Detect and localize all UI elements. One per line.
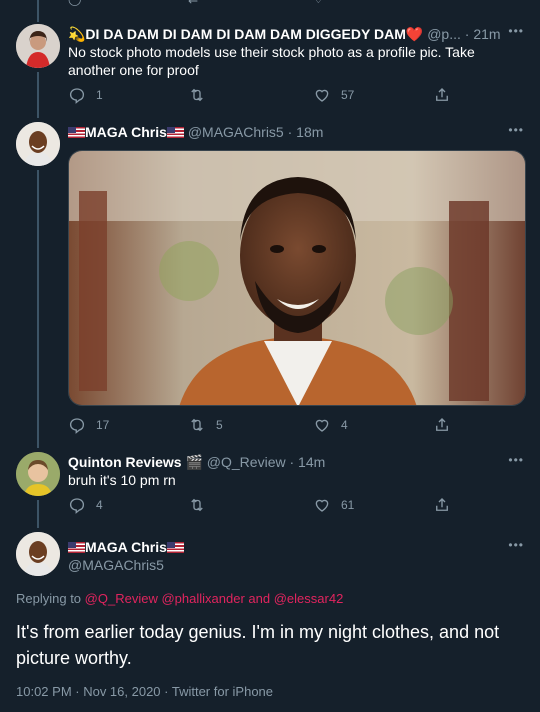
us-flag-icon — [166, 542, 184, 553]
tweet-time[interactable]: · 21m — [465, 26, 501, 42]
avatar[interactable] — [16, 532, 60, 576]
reply-button[interactable]: 4 — [68, 496, 103, 514]
heart-icon — [315, 419, 329, 432]
share-button[interactable] — [433, 86, 451, 104]
tweet-actions: 17 5 4 — [68, 416, 468, 436]
focused-tweet: MAGA Chris @MAGAChris5 ••• Replying to @… — [0, 528, 540, 712]
tweet-time[interactable]: · 14m — [289, 454, 325, 470]
reply-icon — [69, 88, 85, 104]
like-count: 4 — [341, 418, 348, 432]
share-button[interactable] — [433, 496, 451, 514]
share-icon — [436, 88, 448, 101]
tweet-time[interactable]: · 18m — [288, 124, 324, 140]
avatar[interactable] — [16, 24, 60, 68]
like-button[interactable]: 61 — [313, 496, 354, 514]
reply-button[interactable]: 1 — [68, 86, 103, 104]
retweet-button[interactable]: 5 — [188, 416, 223, 434]
tweet-2[interactable]: MAGA Chris @MAGAChris5 · 18m ••• 17 5 4 — [0, 118, 540, 448]
reply-count: 4 — [96, 498, 103, 512]
tweet-header: MAGA Chris — [68, 538, 184, 556]
user-handle[interactable]: @MAGAChris5 — [188, 124, 284, 140]
avatar[interactable] — [16, 122, 60, 166]
tweet-header: Quinton Reviews 🎬 @Q_Review · 14m — [68, 453, 325, 471]
heart-icon — [315, 89, 329, 102]
reply-count: 1 — [96, 88, 103, 102]
retweet-icon — [191, 498, 203, 512]
tweet-photo[interactable] — [68, 150, 526, 406]
tweet-actions: 4 61 — [68, 496, 468, 516]
us-flag-icon — [68, 542, 85, 553]
tweet-text: bruh it's 10 pm rn — [68, 472, 176, 488]
reply-icon — [69, 498, 85, 514]
more-options-icon[interactable]: ••• — [508, 123, 524, 137]
tweet-timestamp[interactable]: 10:02 PM · Nov 16, 2020 · Twitter for iP… — [16, 684, 273, 699]
like-count: 61 — [341, 498, 355, 512]
tweet-3[interactable]: Quinton Reviews 🎬 @Q_Review · 14m ••• br… — [0, 448, 540, 528]
mention-link[interactable]: @elessar42 — [274, 591, 344, 606]
retweet-count: 5 — [216, 418, 223, 432]
display-name[interactable]: MAGA Chris — [85, 124, 167, 140]
tweet-1[interactable]: 💫DI DA DAM DI DAM DI DAM DAM DIGGEDY DAM… — [0, 0, 540, 118]
and-text: and — [248, 591, 271, 606]
share-button[interactable] — [433, 416, 451, 434]
user-handle-line: @MAGAChris5 — [68, 556, 164, 574]
retweet-icon — [191, 418, 203, 432]
display-name[interactable]: Quinton Reviews 🎬 — [68, 454, 203, 470]
reply-count: 17 — [96, 418, 110, 432]
replying-to-label: Replying to — [16, 591, 82, 606]
tweet-header: 💫DI DA DAM DI DAM DI DAM DAM DIGGEDY DAM… — [68, 25, 501, 43]
more-options-icon[interactable]: ••• — [508, 453, 524, 467]
retweet-button[interactable] — [188, 496, 216, 514]
portrait-image — [69, 151, 525, 405]
more-options-icon[interactable]: ••• — [508, 24, 524, 38]
like-button[interactable]: 57 — [313, 86, 354, 104]
share-icon — [436, 498, 448, 511]
user-handle[interactable]: @MAGAChris5 — [68, 557, 164, 573]
main-tweet-text: It's from earlier today genius. I'm in m… — [16, 622, 500, 668]
like-count: 57 — [341, 88, 355, 102]
display-name[interactable]: MAGA Chris — [85, 539, 167, 555]
avatar[interactable] — [16, 452, 60, 496]
retweet-icon — [191, 88, 203, 102]
replying-to: Replying to @Q_Review @phallixander and … — [16, 591, 343, 606]
reply-icon — [69, 418, 85, 434]
like-button[interactable]: 4 — [313, 416, 348, 434]
user-handle[interactable]: @Q_Review — [207, 454, 286, 470]
tweet-text: No stock photo models use their stock ph… — [68, 44, 475, 78]
reply-button[interactable]: 17 — [68, 416, 109, 434]
share-icon — [436, 418, 448, 431]
us-flag-icon — [166, 127, 184, 138]
us-flag-icon — [68, 127, 85, 138]
tweet-header: MAGA Chris @MAGAChris5 · 18m — [68, 123, 323, 141]
user-handle[interactable]: @p... — [427, 26, 461, 42]
tweet-actions: 1 57 — [68, 86, 468, 106]
heart-icon — [315, 499, 329, 512]
mention-link[interactable]: @phallixander — [161, 591, 244, 606]
more-options-icon[interactable]: ••• — [508, 538, 524, 552]
mention-link[interactable]: @Q_Review — [85, 591, 158, 606]
retweet-button[interactable] — [188, 86, 216, 104]
display-name[interactable]: 💫DI DA DAM DI DAM DI DAM DAM DIGGEDY DAM… — [68, 26, 423, 42]
